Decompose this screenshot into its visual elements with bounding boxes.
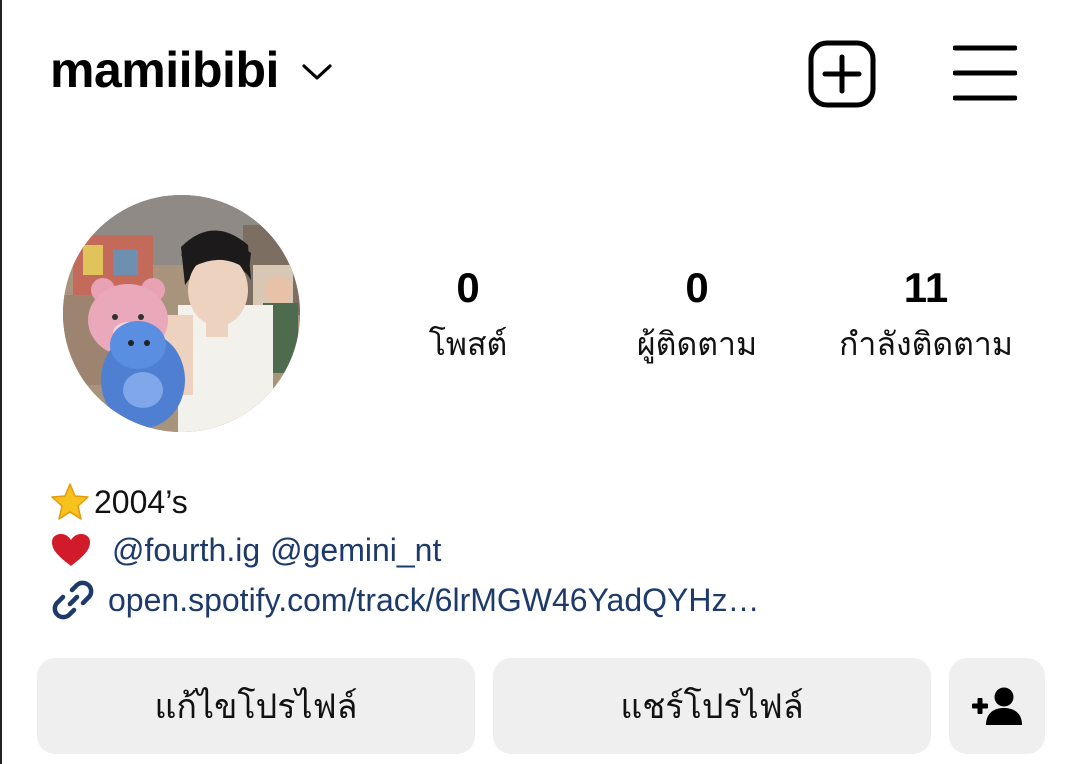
following-label: กำลังติดตาม xyxy=(839,325,1013,363)
add-square-icon[interactable] xyxy=(808,40,876,108)
discover-people-button[interactable] xyxy=(949,658,1045,754)
posts-label: โพสต์ xyxy=(428,325,508,363)
edit-profile-button[interactable]: แก้ไขโปรไฟล์ xyxy=(37,658,475,754)
mention-link-2[interactable]: @gemini_nt xyxy=(270,532,441,569)
star-emoji-icon xyxy=(51,483,89,520)
posts-count: 0 xyxy=(456,264,480,311)
share-profile-button[interactable]: แชร์โปรไฟล์ xyxy=(493,658,931,754)
followers-count: 0 xyxy=(685,264,709,311)
profile-header: mamiibibi xyxy=(50,38,333,102)
stat-posts[interactable]: 0 โพสต์ xyxy=(408,262,528,368)
username-title[interactable]: mamiibibi xyxy=(50,41,279,99)
hamburger-menu-icon[interactable] xyxy=(953,44,1017,102)
link-icon xyxy=(52,580,94,620)
add-person-icon xyxy=(972,687,1022,725)
screen-edge xyxy=(0,0,2,764)
bio-year-text: 2004’s xyxy=(94,483,188,520)
followers-label: ผู้ติดตาม xyxy=(636,325,758,363)
chevron-down-icon[interactable] xyxy=(301,62,333,82)
bio-year-line: 2004’s xyxy=(50,480,188,524)
stat-followers[interactable]: 0 ผู้ติดตาม xyxy=(617,262,777,368)
following-count: 11 xyxy=(903,264,949,311)
heart-emoji-icon xyxy=(52,534,90,566)
bio-mentions-line: @fourth.ig @gemini_nt xyxy=(50,528,451,572)
avatar-photo xyxy=(63,195,300,432)
bio-link-line: open.spotify.com/track/6lrMGW46YadQYHz… xyxy=(50,578,759,622)
bio-external-link[interactable]: open.spotify.com/track/6lrMGW46YadQYHz… xyxy=(108,582,759,619)
stat-following[interactable]: 11 กำลังติดตาม xyxy=(826,262,1026,368)
mention-link-1[interactable]: @fourth.ig xyxy=(112,532,260,569)
profile-avatar[interactable] xyxy=(63,195,300,432)
